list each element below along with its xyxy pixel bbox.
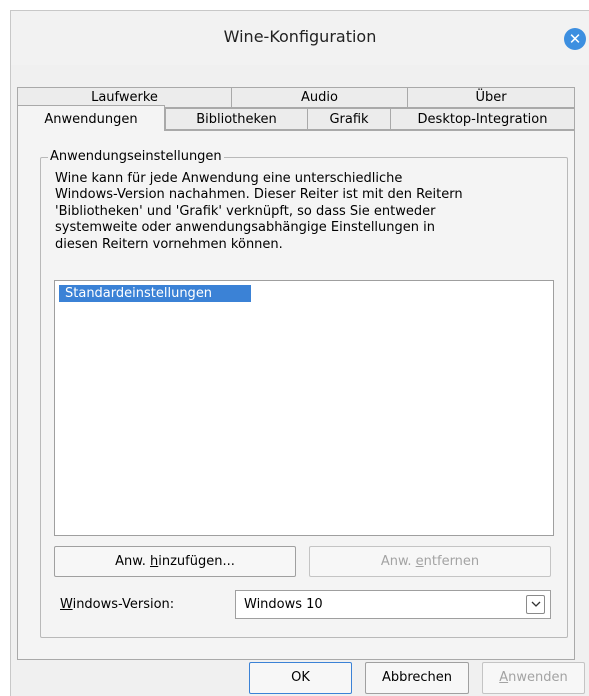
window-title: Wine-Konfiguration bbox=[223, 27, 377, 46]
remove-application-button[interactable]: Anw. entfernen bbox=[309, 546, 551, 577]
windows-version-select[interactable]: Windows 10 bbox=[235, 590, 551, 619]
label-accel: W bbox=[60, 597, 73, 612]
button-label: inzufügen... bbox=[158, 554, 235, 569]
close-icon[interactable]: ✕ bbox=[564, 28, 586, 50]
button-label: nwenden bbox=[508, 670, 568, 685]
cancel-button[interactable]: Abbrechen bbox=[365, 662, 469, 694]
ok-button[interactable]: OK bbox=[249, 662, 352, 694]
tab-page-anwendungen: Anwendungseinstellungen Wine kann für je… bbox=[17, 130, 575, 660]
button-accel: e bbox=[415, 554, 424, 569]
group-title: Anwendungseinstellungen bbox=[48, 149, 224, 164]
description-line: Wine kann für jede Anwendung eine unters… bbox=[55, 171, 403, 186]
windows-version-label: Windows-Version: bbox=[60, 597, 174, 612]
tab-grafik[interactable]: Grafik bbox=[307, 108, 391, 130]
apply-button[interactable]: Anwenden bbox=[482, 662, 585, 694]
description-line: diesen Reitern vornehmen können. bbox=[55, 236, 283, 252]
button-label: Anw. bbox=[380, 554, 416, 569]
tab-ueber[interactable]: Über bbox=[407, 87, 575, 108]
tab-anwendungen[interactable]: Anwendungen bbox=[17, 105, 165, 131]
add-application-button[interactable]: Anw. hinzufügen... bbox=[54, 546, 296, 577]
application-list[interactable]: Standardeinstellungen bbox=[54, 280, 554, 536]
tab-desktop-integration[interactable]: Desktop-Integration bbox=[390, 108, 575, 130]
tab-bibliotheken[interactable]: Bibliotheken bbox=[165, 108, 308, 130]
list-item[interactable]: Standardeinstellungen bbox=[59, 285, 251, 302]
wine-config-window: Wine-Konfiguration ✕ Laufwerke Audio Übe… bbox=[10, 10, 589, 696]
button-label: ntfernen bbox=[423, 554, 480, 569]
button-label: Anw. bbox=[115, 554, 150, 569]
windows-version-value: Windows 10 bbox=[244, 597, 323, 612]
label-text: indows-Version: bbox=[72, 597, 175, 612]
tab-audio[interactable]: Audio bbox=[231, 87, 408, 108]
button-accel: h bbox=[149, 554, 159, 569]
description-text: Wine kann für jede Anwendung eine unters… bbox=[55, 171, 555, 253]
title-bar: Wine-Konfiguration ✕ bbox=[11, 11, 589, 65]
description-line: 'Bibliotheken' und 'Grafik' verknüpft, s… bbox=[55, 203, 436, 219]
description-line: Windows-Version nachahmen. Dieser Reiter… bbox=[55, 187, 463, 203]
chevron-down-icon[interactable] bbox=[526, 595, 545, 614]
description-line: systemweite oder anwendungsabhängige Ein… bbox=[55, 220, 435, 236]
button-accel: A bbox=[499, 670, 509, 685]
